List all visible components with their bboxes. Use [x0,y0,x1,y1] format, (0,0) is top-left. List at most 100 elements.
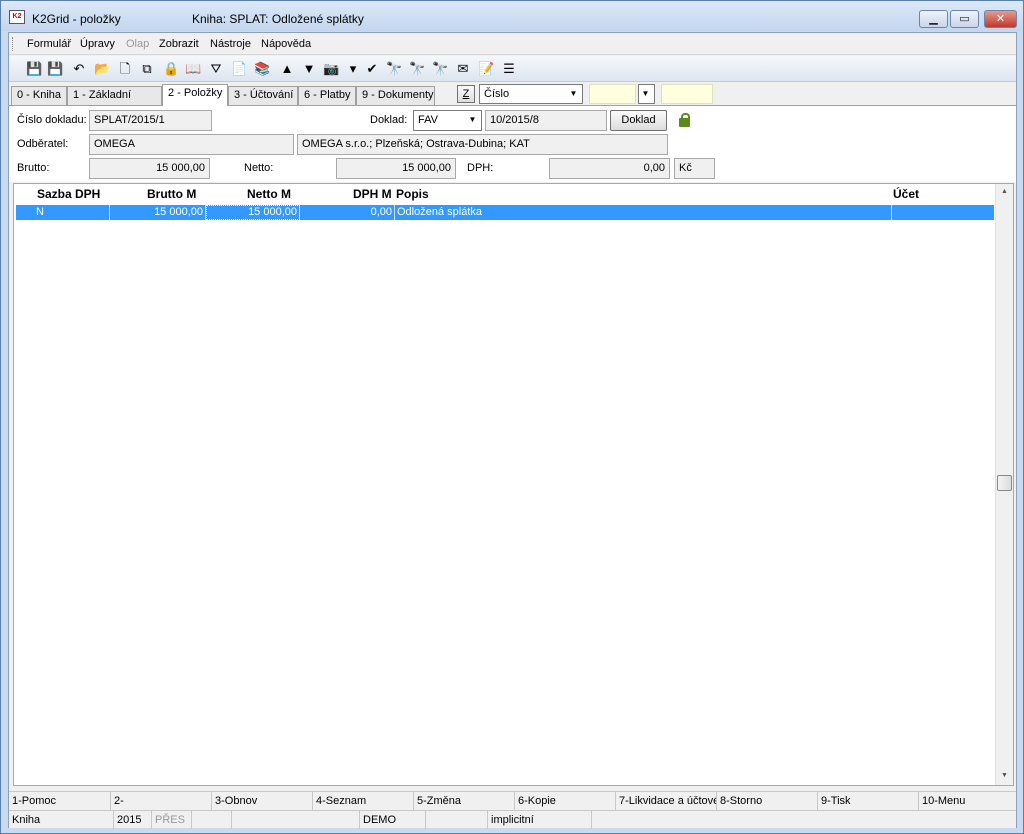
fkey-8[interactable]: 8-Storno [716,792,817,810]
fkey-7[interactable]: 7-Likvidace a účtové [615,792,716,810]
menu-napoveda[interactable]: Nápověda [261,38,311,50]
column-header-netto-m[interactable]: Netto M [247,187,291,201]
k2-app-icon[interactable]: K2 [9,10,25,24]
title-bar[interactable]: K2 K2Grid - položky Kniha: SPLAT: Odlože… [1,1,1023,31]
menu-zobrazit[interactable]: Zobrazit [159,38,199,50]
menu-formular[interactable]: Formulář [27,38,71,50]
mail-icon[interactable]: ✉ [455,61,471,77]
open-folder-icon[interactable]: 📂 [94,61,110,77]
save-icon[interactable]: 💾 [26,61,42,77]
chevron-down-icon[interactable]: ▼ [566,86,581,102]
save-as-icon[interactable]: 💾 [47,61,63,77]
close-button[interactable]: ✕ [984,10,1017,28]
lock-icon [679,113,690,127]
odberatel-label: Odběratel: [17,138,69,150]
cell-sazba[interactable]: N [34,205,110,220]
check-arrow-icon[interactable]: ✔ [364,61,380,77]
fkey-9[interactable]: 9-Tisk [817,792,918,810]
odberatel-code-field[interactable]: OMEGA [89,134,294,155]
fkey-4[interactable]: 4-Seznam [312,792,413,810]
cell-popis[interactable]: Odložená splátka [395,205,892,220]
doklad-number-field[interactable]: 10/2015/8 [485,110,607,131]
copy-icon[interactable]: ⧉ [139,61,155,77]
sort-field-value: Číslo [484,88,510,100]
chevron-down-icon[interactable]: ▼ [638,86,653,102]
status-empty-4 [591,811,1016,829]
cislo-dokladu-label: Číslo dokladu: [17,114,87,126]
menu-lines-icon[interactable]: ☰ [501,61,517,77]
odberatel-name-field[interactable]: OMEGA s.r.o.; Plzeňská; Ostrava-Dubina; … [297,134,668,155]
tab-polozky[interactable]: 2 - Položky [162,84,228,106]
menu-nastroje[interactable]: Nástroje [210,38,251,50]
filter-input-1[interactable] [589,84,636,104]
dropdown-arrow-icon[interactable]: ▾ [345,61,361,77]
binoculars-next-icon[interactable]: 🔭 [409,61,425,77]
fkey-2[interactable]: 2- [110,792,211,810]
sort-toggle-button[interactable]: Z [457,85,475,103]
arrow-down-icon[interactable]: ▼ [301,61,317,77]
tab-uctovani[interactable]: 3 - Účtování [228,86,298,105]
sort-field-select[interactable]: Číslo ▼ [479,84,583,104]
tab-dokumenty[interactable]: 9 - Dokumenty [356,86,435,105]
doklad-button[interactable]: Doklad [610,110,667,131]
client-area: Formulář Úpravy Olap Zobrazit Nástroje N… [8,32,1017,829]
scroll-down-icon[interactable]: ▼ [996,768,1013,784]
doklad-type-select[interactable]: FAV ▼ [413,110,482,131]
scroll-thumb[interactable] [997,475,1012,491]
menu-upravy[interactable]: Úpravy [80,38,115,50]
minimize-button[interactable]: ▁ [919,10,948,28]
chevron-down-icon[interactable]: ▼ [465,112,480,128]
scroll-up-icon[interactable]: ▲ [996,184,1013,200]
dph-field[interactable]: 0,00 [549,158,670,179]
status-bar: Kniha 2015 PŘES DEMO implicitní [9,810,1016,829]
column-header-ucet[interactable]: Účet [893,187,919,201]
status-empty-3 [425,811,487,829]
fkey-6[interactable]: 6-Kopie [514,792,615,810]
fkey-3[interactable]: 3-Obnov [211,792,312,810]
notes-icon[interactable]: 📝 [478,61,494,77]
filter-dropdown[interactable]: ▼ [638,84,655,104]
cislo-dokladu-field[interactable]: SPLAT/2015/1 [89,110,212,131]
binoculars-prev-icon[interactable]: 🔭 [432,61,448,77]
grid-header: Sazba DPH Brutto M Netto M DPH M Popis Ú… [14,184,994,204]
column-header-sazba-dph[interactable]: Sazba DPH [37,187,100,201]
lock-icon[interactable]: 🔒 [163,61,179,77]
tab-kniha[interactable]: 0 - Kniha [11,86,67,105]
new-document-icon[interactable]: 🗋 [117,61,133,77]
menu-grip [12,37,15,51]
filter-input-2[interactable] [661,84,713,104]
camera-icon[interactable]: 📷 [323,61,339,77]
column-header-brutto-m[interactable]: Brutto M [147,187,196,201]
fkey-10[interactable]: 10-Menu [918,792,1016,810]
stack-icon[interactable]: 📚 [254,61,270,77]
brutto-field[interactable]: 15 000,00 [89,158,210,179]
maximize-button[interactable]: ▭ [950,10,979,28]
status-empty-2 [231,811,359,829]
cell-dph[interactable]: 0,00 [300,205,395,220]
fkey-5[interactable]: 5-Změna [413,792,514,810]
vertical-scrollbar[interactable]: ▲ ▼ [995,184,1013,785]
cell-ucet[interactable] [892,205,994,220]
arrow-up-icon[interactable]: ▲ [279,61,295,77]
app-window: K2 K2Grid - položky Kniha: SPLAT: Odlože… [0,0,1024,834]
undo-icon[interactable]: ↶ [71,61,87,77]
filter-document-icon[interactable]: 📄 [231,61,247,77]
fkey-1[interactable]: 1-Pomoc [9,792,110,810]
netto-field[interactable]: 15 000,00 [336,158,456,179]
items-grid[interactable]: Sazba DPH Brutto M Netto M DPH M Popis Ú… [13,183,1014,786]
document-title: Kniha: SPLAT: Odložené splátky [192,12,364,26]
netto-label: Netto: [244,162,274,174]
book-icon[interactable]: 📖 [185,61,201,77]
status-year: 2015 [113,811,151,829]
tab-zakladni-udaje[interactable]: 1 - Základní údaje [67,86,162,118]
status-kniha: Kniha [12,814,41,826]
table-row[interactable]: N 15 000,00 15 000,00 0,00 Odložená splá… [16,205,994,220]
filter-icon[interactable]: ⛛ [208,61,224,77]
cell-netto[interactable]: 15 000,00 [206,205,300,220]
column-header-popis[interactable]: Popis [396,187,429,201]
cell-brutto[interactable]: 15 000,00 [110,205,206,220]
column-header-dph-m[interactable]: DPH M [353,187,392,201]
tab-platby[interactable]: 6 - Platby [298,86,356,105]
currency-field[interactable]: Kč [674,158,715,179]
binoculars-icon[interactable]: 🔭 [386,61,402,77]
